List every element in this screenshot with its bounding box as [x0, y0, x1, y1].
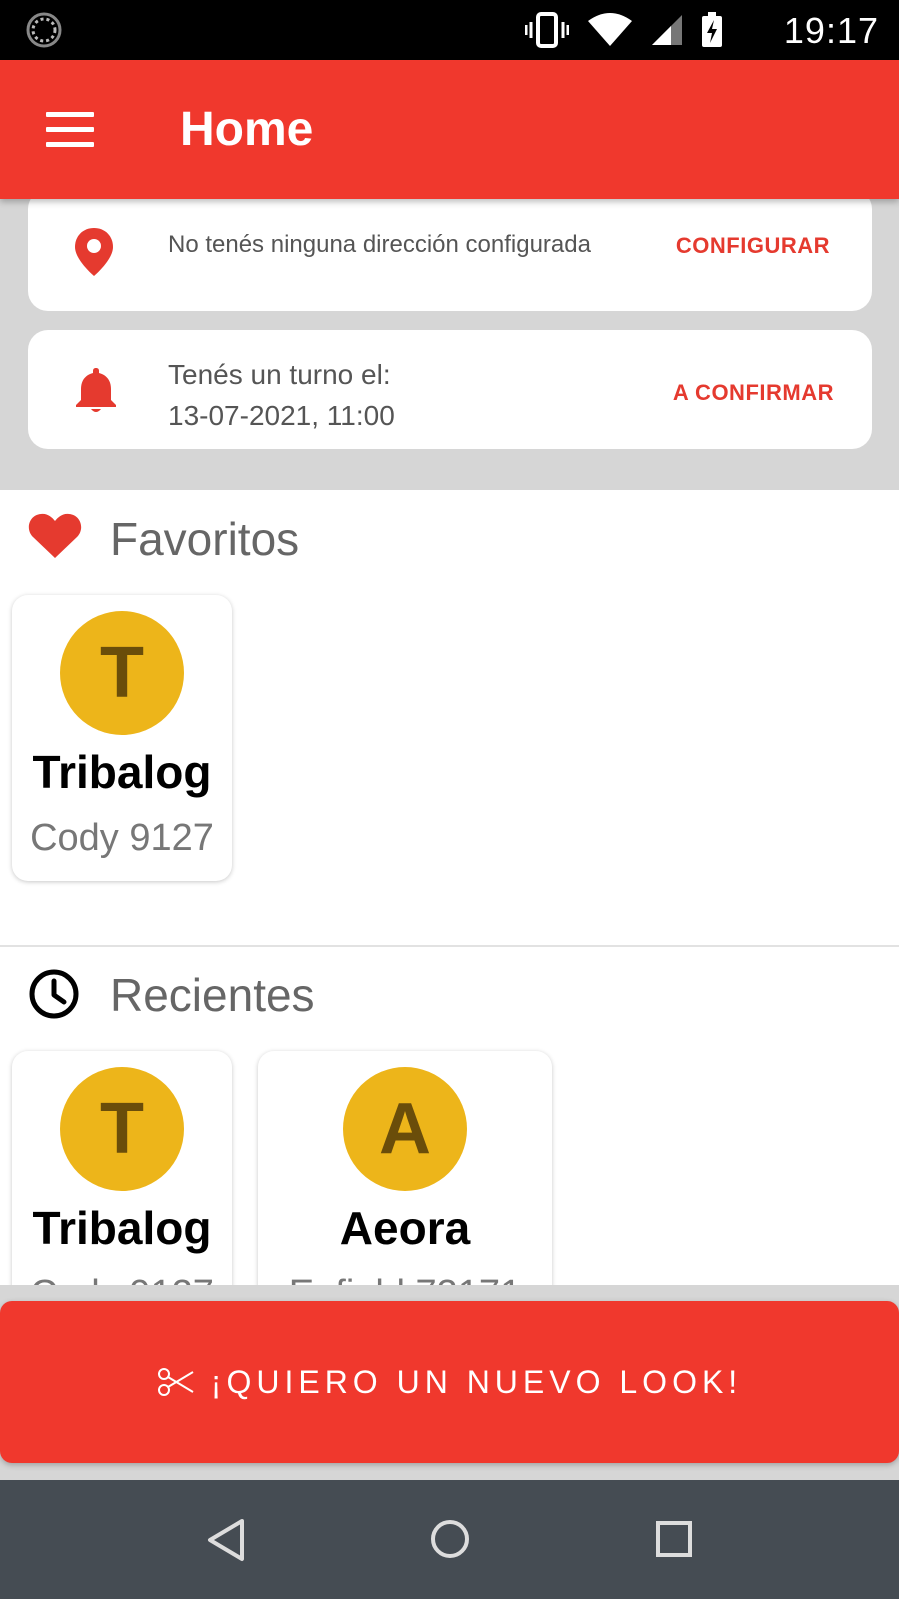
appointment-message: Tenés un turno el: 13-07-2021, 11:00 [168, 354, 395, 436]
page-title: Home [180, 103, 314, 156]
clock-icon [29, 969, 79, 1019]
favorites-title: Favoritos [110, 513, 300, 565]
status-icons [525, 12, 723, 48]
clock: 19:17 [783, 10, 879, 51]
app-bar: Home [0, 60, 899, 199]
new-look-button-label: ¡QUIERO UN NUEVO LOOK! [210, 1363, 743, 1400]
address-message: No tenés ninguna dirección configurada [168, 231, 591, 258]
home-icon[interactable] [429, 1518, 471, 1560]
place-address: Cody 9127 [30, 817, 214, 859]
appointment-label: Tenés un turno el: [168, 359, 391, 390]
place-avatar: A [343, 1067, 467, 1191]
battery-charging-icon [702, 12, 722, 47]
place-name: Aeora [339, 1202, 471, 1254]
recents-title: Recientes [110, 969, 315, 1021]
recent-apps-icon[interactable] [655, 1520, 693, 1558]
address-card: No tenés ninguna dirección configurada C… [28, 189, 872, 311]
wifi-icon [588, 13, 632, 46]
new-look-button[interactable]: ¡QUIERO UN NUEVO LOOK! [0, 1301, 899, 1463]
bell-icon [76, 368, 116, 412]
appointment-datetime: 13-07-2021, 11:00 [168, 400, 395, 431]
section-divider [0, 945, 899, 947]
place-name: Tribalog [32, 1202, 212, 1254]
back-icon[interactable] [206, 1518, 246, 1562]
info-section: No tenés ninguna dirección configurada C… [0, 189, 899, 490]
cell-signal-icon [652, 15, 682, 45]
hamburger-menu-icon[interactable] [46, 112, 94, 148]
scissors-icon [157, 1368, 194, 1396]
place-avatar: T [60, 1067, 184, 1191]
location-pin-icon [75, 228, 113, 276]
status-bar: 19:17 [0, 0, 899, 60]
appointment-card: Tenés un turno el: 13-07-2021, 11:00 A C… [28, 330, 872, 449]
favorite-place-card[interactable]: T Tribalog Cody 9127 [12, 595, 232, 881]
vibrate-icon [525, 12, 569, 48]
configure-button[interactable]: CONFIGURAR [676, 233, 830, 259]
place-name: Tribalog [32, 746, 212, 798]
system-navigation-bar [0, 1480, 899, 1599]
place-avatar: T [60, 611, 184, 735]
confirm-appointment-button[interactable]: A CONFIRMAR [673, 380, 834, 406]
spinner-icon [26, 12, 62, 48]
heart-icon [28, 513, 82, 558]
